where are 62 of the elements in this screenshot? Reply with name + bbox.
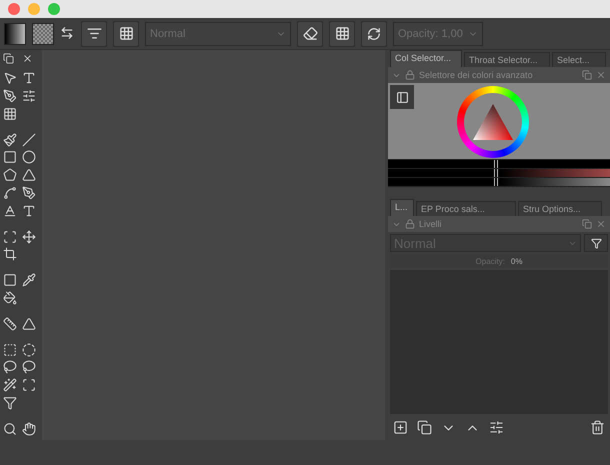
color-slider[interactable] (388, 160, 610, 168)
duplicate-icon[interactable] (417, 420, 432, 434)
hand-icon[interactable] (22, 422, 37, 437)
properties-icon[interactable] (489, 420, 504, 434)
zoom-icon[interactable] (3, 422, 18, 437)
lasso-icon[interactable] (3, 360, 18, 376)
filter-icon (590, 238, 602, 248)
gradient-swatch[interactable] (4, 22, 26, 44)
settings-button[interactable] (390, 85, 414, 109)
alpha-button[interactable] (329, 20, 355, 46)
pattern-swatch[interactable] (32, 22, 54, 44)
panel-tab[interactable]: Select... (552, 52, 606, 67)
brush-settings-button[interactable] (81, 20, 107, 46)
grid-icon (334, 26, 350, 41)
reload-button[interactable] (361, 20, 387, 46)
eraser-button[interactable] (297, 20, 323, 46)
add-layer-icon[interactable] (393, 420, 408, 434)
pen-icon[interactable] (3, 88, 18, 104)
path-icon[interactable] (22, 186, 37, 201)
color-slider[interactable] (388, 178, 610, 186)
slider-thumb[interactable] (494, 169, 498, 177)
list-icon (86, 26, 102, 41)
reload-icon (367, 26, 381, 40)
curve-icon[interactable] (3, 186, 18, 201)
panel-tab[interactable]: Stru Options... (518, 201, 602, 216)
grid-icon (118, 26, 134, 41)
color-swap-icon[interactable] (60, 26, 75, 41)
pointer-icon[interactable] (3, 71, 18, 86)
presets-button[interactable] (113, 20, 139, 46)
filter-button[interactable] (584, 234, 608, 252)
text-outline-icon[interactable] (3, 204, 18, 219)
ruler-icon[interactable] (3, 316, 18, 332)
eyedropper-icon[interactable] (22, 273, 37, 288)
docker-title: Livelli (419, 219, 442, 229)
panel-tab[interactable]: L... (390, 199, 414, 216)
magic-wand-icon[interactable] (3, 378, 18, 394)
panel-tab[interactable]: EP Proco sals... (416, 201, 516, 216)
lock-icon[interactable] (405, 219, 415, 229)
lock-icon[interactable] (405, 70, 415, 80)
text-glyph-icon[interactable] (22, 204, 37, 219)
opacity-value: 0% (510, 256, 522, 266)
color-slider[interactable] (388, 169, 610, 177)
ellipse-icon[interactable] (22, 150, 37, 166)
pattern-icon[interactable] (3, 106, 18, 122)
brush-icon[interactable] (3, 132, 18, 148)
color-triangle[interactable] (471, 102, 515, 142)
polygon-select-icon[interactable] (22, 360, 37, 376)
docker-title: Selettore dei colori avanzato (419, 70, 533, 80)
polygon-icon[interactable] (3, 168, 18, 184)
line-icon[interactable] (22, 132, 37, 148)
crop-icon[interactable] (3, 247, 18, 262)
delete-icon[interactable] (590, 420, 605, 434)
rectangle-icon[interactable] (3, 150, 18, 166)
panel-tab[interactable]: Throat Selector... (464, 52, 550, 67)
fill-icon[interactable] (3, 290, 18, 306)
slider-thumb[interactable] (494, 178, 498, 186)
eraser-icon (302, 26, 318, 41)
panel-tab[interactable]: Col Selector... (390, 50, 462, 67)
rectangle-select-icon[interactable] (3, 342, 18, 358)
ellipse-select-icon[interactable] (22, 342, 37, 358)
slider-thumb[interactable] (494, 160, 498, 168)
move-icon[interactable] (22, 230, 37, 245)
